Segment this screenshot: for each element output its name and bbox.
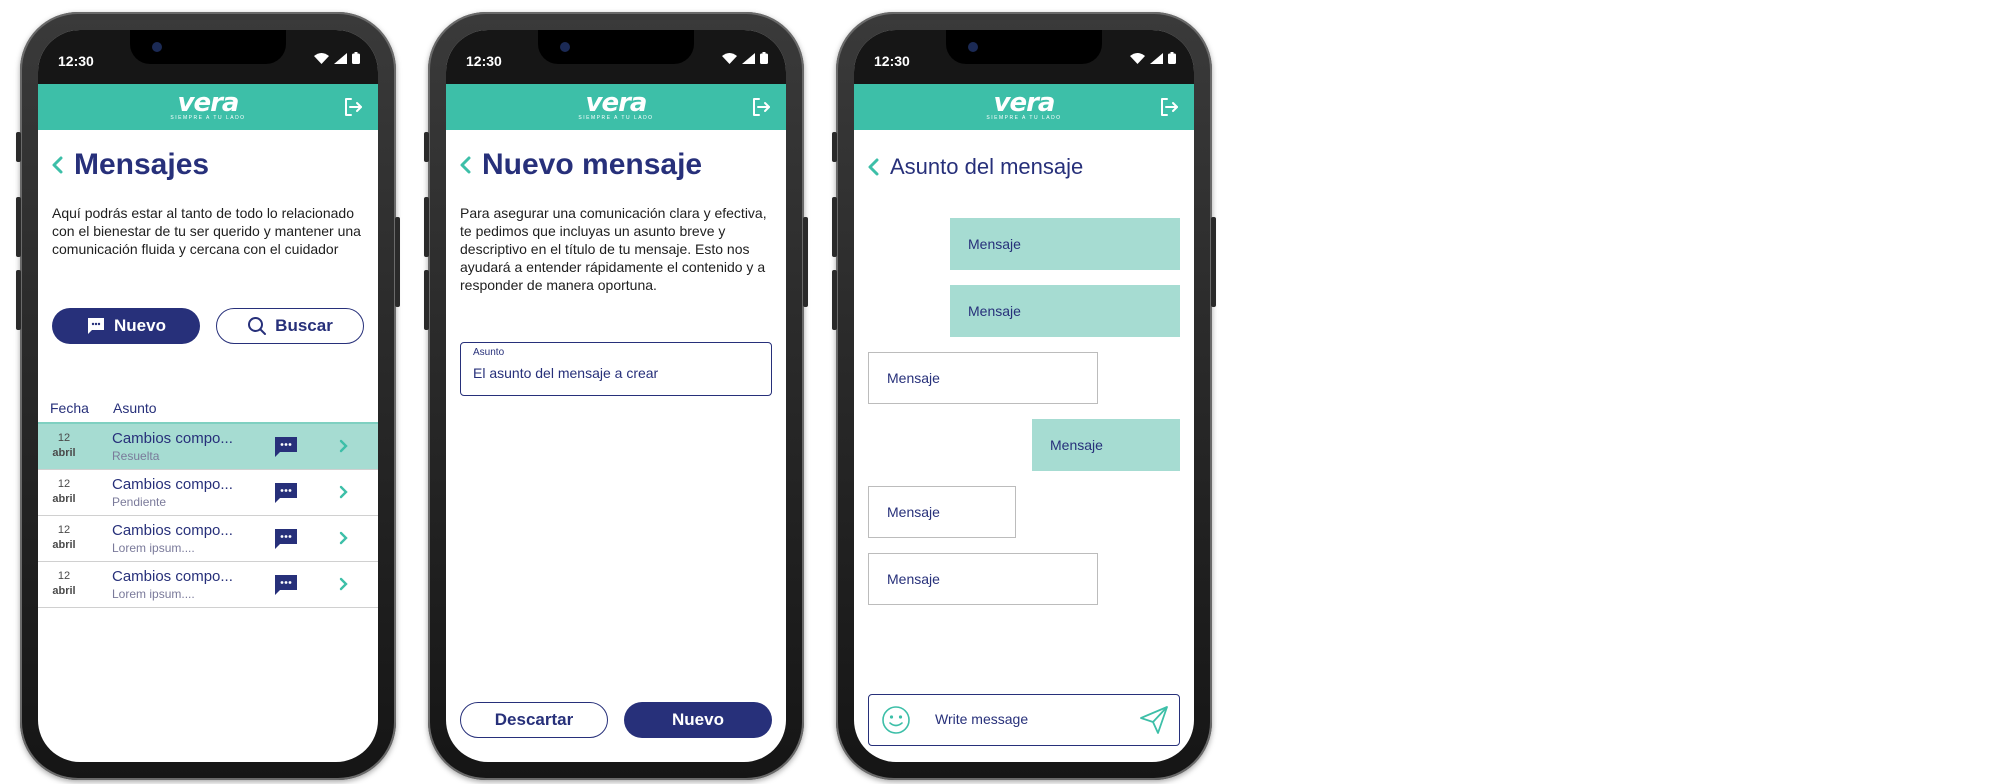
chevron-right-icon[interactable] <box>338 531 348 545</box>
chat-icon <box>275 483 297 503</box>
exit-icon[interactable] <box>342 96 364 118</box>
page-title: Nuevo mensaje <box>482 148 703 181</box>
chat-icon <box>275 529 297 549</box>
col-subject: Asunto <box>113 400 157 416</box>
subject-field-label: Asunto <box>473 347 505 358</box>
chevron-right-icon[interactable] <box>338 485 348 499</box>
table-row[interactable]: 12 abril Cambios compo... Lorem ipsum.... <box>38 562 378 608</box>
vera-logo: vera SIEMPRE A TU LADO <box>578 88 654 121</box>
message-bubble-outgoing: Mensaje <box>950 285 1180 337</box>
back-chevron-icon[interactable] <box>866 157 880 177</box>
phone-frame-new-message: 12:30 vera SIEMPRE A TU LADO Nuevo mensa… <box>424 12 808 780</box>
message-bubble-incoming: Mensaje <box>868 486 1016 538</box>
vera-logo: vera SIEMPRE A TU LADO <box>170 88 246 121</box>
app-bar: vera SIEMPRE A TU LADO <box>38 84 378 130</box>
phone-frame-messages: 12:30 vera SIEMPRE A TU LADO Mensajes Aq… <box>16 12 400 780</box>
app-bar: vera SIEMPRE A TU LADO <box>446 84 786 130</box>
status-bar: 12:30 <box>38 30 378 84</box>
status-time: 12:30 <box>466 53 502 69</box>
message-bubble-outgoing: Mensaje <box>950 218 1180 270</box>
message-bubble-incoming: Mensaje <box>868 352 1098 404</box>
new-message-button[interactable]: Nuevo <box>52 308 200 344</box>
create-message-button[interactable]: Nuevo <box>624 702 772 738</box>
vera-logo: vera SIEMPRE A TU LADO <box>986 88 1062 121</box>
back-chevron-icon[interactable] <box>458 155 472 175</box>
emoji-icon[interactable] <box>881 705 911 735</box>
camera-icon <box>560 42 570 52</box>
battery-icon <box>1168 52 1176 64</box>
send-icon[interactable] <box>1139 705 1169 735</box>
back-chevron-icon[interactable] <box>50 155 64 175</box>
status-bar: 12:30 <box>854 30 1194 84</box>
notch <box>538 30 694 64</box>
status-time: 12:30 <box>874 53 910 69</box>
row-subject: Cambios compo... <box>112 522 233 539</box>
signal-icon <box>742 52 755 64</box>
row-subject: Cambios compo... <box>112 568 233 585</box>
row-status: Lorem ipsum.... <box>112 587 195 601</box>
page-title: Asunto del mensaje <box>890 154 1084 179</box>
message-composer[interactable]: Write message <box>868 694 1180 746</box>
search-button[interactable]: Buscar <box>216 308 364 344</box>
chevron-right-icon[interactable] <box>338 577 348 591</box>
row-date: 12 abril <box>52 432 76 459</box>
notch <box>946 30 1102 64</box>
subject-field-value[interactable]: El asunto del mensaje a crear <box>473 365 658 381</box>
row-status: Lorem ipsum.... <box>112 541 195 555</box>
discard-button-label: Descartar <box>494 710 574 729</box>
subject-field[interactable]: Asunto El asunto del mensaje a crear <box>460 342 772 396</box>
chevron-right-icon[interactable] <box>338 439 348 453</box>
row-status: Resuelta <box>112 449 160 463</box>
page-description: Aquí podrás estar al tanto de todo lo re… <box>52 205 361 257</box>
create-button-label: Nuevo <box>672 710 724 729</box>
screen-new-message: 12:30 vera SIEMPRE A TU LADO Nuevo mensa… <box>446 30 786 762</box>
row-subject: Cambios compo... <box>112 430 233 447</box>
chat-icon <box>275 575 297 595</box>
table-row[interactable]: 12 abril Cambios compo... Resuelta <box>38 424 378 470</box>
message-bubble-incoming: Mensaje <box>868 553 1098 605</box>
page-description: Para asegurar una comunicación clara y e… <box>460 205 767 293</box>
table-row[interactable]: 12 abril Cambios compo... Lorem ipsum.... <box>38 516 378 562</box>
notch <box>130 30 286 64</box>
exit-icon[interactable] <box>750 96 772 118</box>
row-date: 12 abril <box>52 524 76 551</box>
row-subject: Cambios compo... <box>112 476 233 493</box>
signal-icon <box>334 52 347 64</box>
page-title: Mensajes <box>74 148 210 181</box>
status-bar: 12:30 <box>446 30 786 84</box>
chat-icon <box>88 318 105 334</box>
screen-messages: 12:30 vera SIEMPRE A TU LADO Mensajes Aq… <box>38 30 378 762</box>
message-input[interactable]: Write message <box>935 711 1028 727</box>
status-time: 12:30 <box>58 53 94 69</box>
exit-icon[interactable] <box>1158 96 1180 118</box>
discard-button[interactable]: Descartar <box>460 702 608 738</box>
chat-icon <box>275 437 297 457</box>
wifi-icon <box>722 52 737 64</box>
battery-icon <box>760 52 768 64</box>
wifi-icon <box>1130 52 1145 64</box>
row-status: Pendiente <box>112 495 167 509</box>
table-row[interactable]: 12 abril Cambios compo... Pendiente <box>38 470 378 516</box>
camera-icon <box>968 42 978 52</box>
battery-icon <box>352 52 360 64</box>
wifi-icon <box>314 52 329 64</box>
message-bubble-outgoing: Mensaje <box>1032 419 1180 471</box>
row-date: 12 abril <box>52 478 76 505</box>
new-button-label: Nuevo <box>114 316 166 335</box>
phone-frame-chat: 12:30 vera SIEMPRE A TU LADO Asunto del … <box>832 12 1216 780</box>
table-header: Fecha Asunto <box>38 398 378 424</box>
search-button-label: Buscar <box>275 316 333 335</box>
app-bar: vera SIEMPRE A TU LADO <box>854 84 1194 130</box>
signal-icon <box>1150 52 1163 64</box>
camera-icon <box>152 42 162 52</box>
row-date: 12 abril <box>52 570 76 597</box>
screen-chat: 12:30 vera SIEMPRE A TU LADO Asunto del … <box>854 30 1194 762</box>
col-date: Fecha <box>50 400 89 416</box>
search-icon <box>248 317 267 335</box>
